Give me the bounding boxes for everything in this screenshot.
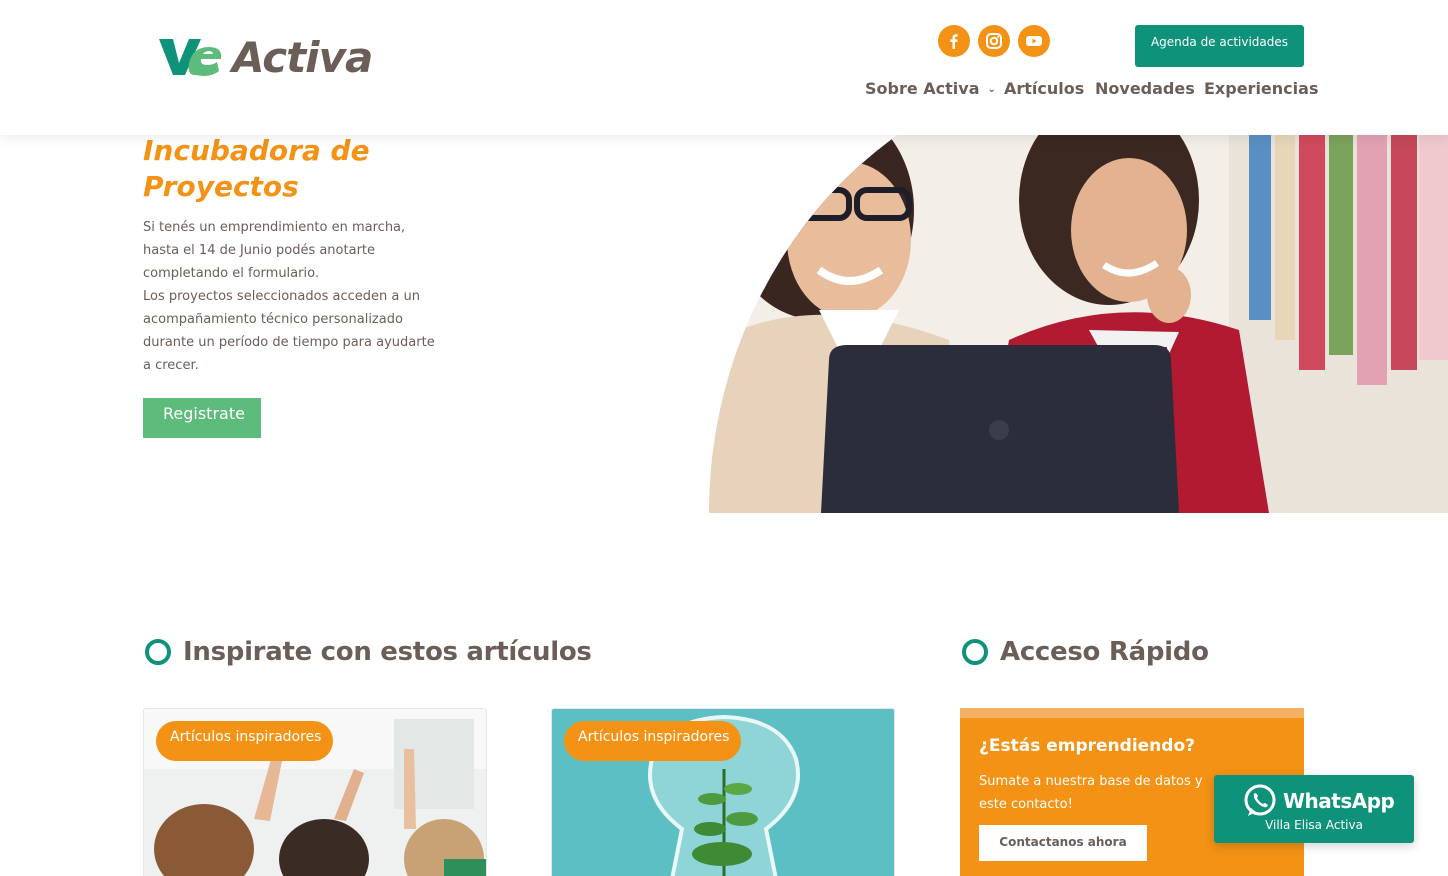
logo-text: Activa — [232, 33, 373, 82]
chevron-down-icon: ⌄ — [987, 84, 996, 95]
whatsapp-sublabel: Villa Elisa Activa — [1265, 818, 1363, 832]
articles-heading: Inspirate con estos artículos — [145, 632, 592, 672]
youtube-icon — [1026, 36, 1042, 46]
instagram-icon — [986, 33, 1002, 49]
instagram-link[interactable] — [978, 25, 1010, 57]
page: Incubadora de Proyectos Si tenés un empr… — [0, 0, 1448, 876]
facebook-link[interactable] — [938, 25, 970, 57]
nav-item-articulos[interactable]: Artículos — [1004, 79, 1084, 101]
quick-access-heading: Acceso Rápido — [962, 632, 1209, 672]
whatsapp-icon — [1244, 784, 1276, 816]
nav-item-novedades[interactable]: Novedades — [1095, 79, 1195, 101]
hero-title: Incubadora de Proyectos — [143, 134, 370, 203]
nav-item-sobre-activa[interactable]: Sobre Activa ⌄ — [865, 79, 996, 101]
article-tag[interactable]: Artículos inspiradores — [564, 721, 742, 761]
circle-icon — [962, 639, 988, 665]
hero-paragraph-1: Si tenés un emprendimiento en marcha, ha… — [143, 220, 406, 281]
article-card[interactable]: Artículos inspiradores — [551, 708, 895, 876]
whatsapp-logo: WhatsApp — [1242, 783, 1395, 819]
nav-item-experiencias[interactable]: Experiencias — [1204, 79, 1318, 101]
article-card[interactable]: Artículos inspiradores — [143, 708, 487, 876]
nav-item-label: Sobre Activa — [865, 79, 980, 98]
youtube-link[interactable] — [1018, 25, 1050, 57]
facebook-icon — [950, 34, 958, 49]
quick-card-text: Sumate a nuestra base de datos y este co… — [979, 774, 1203, 812]
quick-access-title: Acceso Rápido — [1000, 637, 1209, 667]
register-button[interactable]: Registrate — [143, 398, 261, 438]
article-tag[interactable]: Artículos inspiradores — [156, 721, 334, 761]
ve-logo-mark — [159, 39, 222, 76]
agenda-button[interactable]: Agenda de actividades — [1135, 25, 1304, 67]
circle-icon — [145, 639, 171, 665]
articles-title: Inspirate con estos artículos — [183, 637, 592, 667]
card-stripe — [960, 708, 1304, 718]
site-header: Activa Agenda de actividades Sobre Activ… — [0, 0, 1448, 135]
contact-button[interactable]: Contactanos ahora — [979, 825, 1147, 861]
hero-description: Si tenés un emprendimiento en marcha, ha… — [143, 216, 438, 377]
whatsapp-button[interactable]: WhatsApp Villa Elisa Activa — [1214, 775, 1414, 843]
logo[interactable]: Activa — [157, 33, 373, 83]
whatsapp-label: WhatsApp — [1283, 789, 1395, 813]
quick-card-title: ¿Estás emprendiendo? — [979, 736, 1195, 756]
hero-paragraph-2: Los proyectos seleccionados acceden a un… — [143, 289, 435, 373]
